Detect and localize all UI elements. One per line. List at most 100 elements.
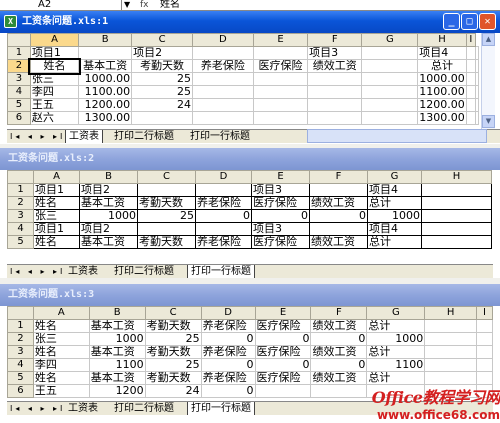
row-header[interactable]: 1 — [7, 319, 34, 333]
cell[interactable]: 25 — [144, 358, 202, 372]
cell[interactable]: 项目4 — [367, 222, 422, 236]
cell[interactable] — [424, 345, 477, 359]
cell[interactable]: 总计 — [366, 345, 426, 359]
row-header[interactable]: 5 — [7, 235, 34, 249]
sheet-nav-arrows-icon[interactable]: I◂ ◂ ▸ ▸I — [10, 402, 65, 415]
cell[interactable] — [361, 111, 419, 125]
cell[interactable]: 项目3 — [251, 183, 310, 197]
cell[interactable] — [421, 235, 492, 249]
column-header-e[interactable]: E — [252, 33, 309, 47]
cell[interactable]: 1200.00 — [417, 98, 467, 112]
cell[interactable]: 王五 — [32, 384, 90, 398]
cell[interactable]: 姓名 — [33, 235, 80, 249]
cell[interactable] — [307, 85, 363, 99]
column-header-d[interactable]: D — [191, 33, 254, 47]
cell[interactable]: 1200.00 — [78, 98, 133, 112]
cell[interactable]: 项目2 — [131, 46, 193, 60]
cell[interactable] — [252, 46, 309, 60]
cell[interactable] — [465, 59, 477, 73]
cell[interactable]: 医疗保险 — [251, 196, 310, 210]
cell[interactable]: 1100 — [88, 358, 146, 372]
cell[interactable]: 李四 — [32, 358, 90, 372]
cell[interactable]: 25 — [131, 72, 193, 86]
cell[interactable]: 总计 — [366, 319, 426, 333]
cell[interactable]: 项目1 — [33, 183, 80, 197]
cell[interactable]: 医疗保险 — [251, 235, 310, 249]
name-box[interactable]: A2 — [0, 0, 122, 11]
workbook-window-2[interactable]: 工资条问题.xls:2 A B C D E F G H 1 项目1 项目2 项目3 项目4 2 姓名 基本工资… — [0, 148, 500, 278]
cell[interactable]: 项目2 — [79, 222, 138, 236]
column-header-c[interactable]: C — [144, 306, 202, 320]
tab-print-one-row-title[interactable]: 打印一行标题 — [187, 130, 253, 143]
cell[interactable] — [307, 98, 363, 112]
cell[interactable] — [195, 222, 252, 236]
cell[interactable]: 项目4 — [367, 183, 422, 197]
cell[interactable]: 0 — [200, 358, 256, 372]
row-header[interactable]: 1 — [7, 46, 31, 60]
cell[interactable]: 0 — [254, 358, 312, 372]
cell[interactable]: 养老保险 — [200, 319, 256, 333]
cell[interactable] — [137, 183, 196, 197]
cell[interactable] — [475, 358, 493, 372]
cell[interactable]: 0 — [195, 209, 252, 223]
column-header-i[interactable]: I — [465, 33, 477, 47]
cell[interactable]: 0 — [200, 332, 256, 346]
fx-icon[interactable]: fx — [140, 0, 156, 10]
cell[interactable]: 0 — [251, 209, 310, 223]
cell[interactable]: 绩效工资 — [310, 371, 368, 385]
cell[interactable] — [309, 222, 368, 236]
tab-gongzibiao[interactable]: 工资表 — [65, 265, 101, 278]
cell[interactable]: 总计 — [367, 196, 422, 210]
cell[interactable]: 总计 — [366, 371, 426, 385]
scroll-down-arrow-icon[interactable]: ▼ — [482, 115, 495, 128]
cell[interactable] — [307, 72, 363, 86]
cell[interactable]: 张三 — [29, 72, 80, 86]
cell[interactable] — [421, 183, 492, 197]
cell[interactable]: 绩效工资 — [307, 59, 363, 73]
cell[interactable] — [421, 222, 492, 236]
row-header[interactable]: 4 — [7, 85, 31, 99]
row-header[interactable]: 4 — [7, 222, 34, 236]
cell[interactable]: 养老保险 — [195, 235, 252, 249]
cell[interactable]: 基本工资 — [88, 371, 146, 385]
cell[interactable] — [475, 345, 493, 359]
cell[interactable]: 25 — [137, 209, 196, 223]
scroll-up-arrow-icon[interactable]: ▲ — [482, 33, 495, 46]
cell[interactable] — [252, 85, 309, 99]
cell[interactable] — [78, 46, 133, 60]
cell[interactable] — [421, 196, 492, 210]
maximize-button[interactable]: □ — [461, 13, 478, 30]
cell[interactable]: 医疗保险 — [252, 59, 309, 73]
cell[interactable] — [475, 59, 479, 73]
cell[interactable]: 医疗保险 — [254, 371, 312, 385]
cell[interactable] — [475, 111, 479, 125]
window-3-titlebar[interactable]: 工资条问题.xls:3 — [0, 284, 500, 306]
cell[interactable]: 25 — [144, 332, 202, 346]
tab-print-two-row-title[interactable]: 打印二行标题 — [111, 265, 177, 278]
select-all-corner[interactable] — [7, 170, 34, 184]
column-header-i[interactable]: I — [475, 306, 493, 320]
cell[interactable] — [191, 46, 254, 60]
cell[interactable]: 考勤天数 — [144, 319, 202, 333]
row-header[interactable]: 6 — [7, 111, 31, 125]
cell[interactable]: 绩效工资 — [309, 196, 368, 210]
cell[interactable]: 项目1 — [29, 46, 80, 60]
row-header[interactable]: 1 — [7, 183, 34, 197]
cell[interactable]: 考勤天数 — [137, 235, 196, 249]
tab-gongzibiao[interactable]: 工资表 — [65, 130, 103, 143]
cell[interactable] — [475, 98, 479, 112]
cell[interactable]: 25 — [131, 85, 193, 99]
cell[interactable]: 1000.00 — [417, 72, 467, 86]
cell[interactable]: 项目2 — [79, 183, 138, 197]
cell[interactable]: 1300.00 — [417, 111, 467, 125]
column-header-g[interactable]: G — [366, 306, 426, 320]
cell[interactable]: 考勤天数 — [144, 371, 202, 385]
select-all-corner[interactable] — [7, 33, 31, 47]
row-header[interactable]: 5 — [7, 371, 34, 385]
cell[interactable]: 1000.00 — [78, 72, 133, 86]
tab-print-two-row-title[interactable]: 打印二行标题 — [111, 130, 177, 143]
cell[interactable]: 1000 — [366, 332, 426, 346]
column-header-b[interactable]: B — [88, 306, 146, 320]
column-header-e[interactable]: E — [254, 306, 312, 320]
cell[interactable]: 绩效工资 — [310, 345, 368, 359]
